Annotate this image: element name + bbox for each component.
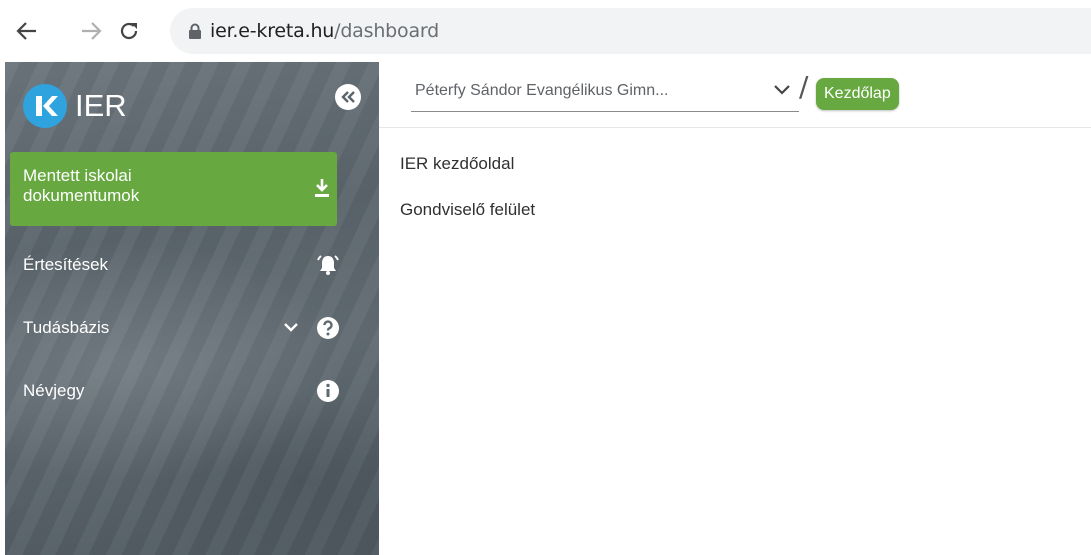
lock-icon xyxy=(189,23,201,39)
collapse-sidebar-button[interactable] xyxy=(335,84,361,110)
sidebar-item-label: Értesítések xyxy=(23,255,109,274)
double-chevron-left-icon xyxy=(341,91,355,103)
app-logo[interactable]: IER xyxy=(23,84,127,128)
browser-toolbar: ier.e-kreta.hu/dashboard xyxy=(0,0,1091,62)
breadcrumb-separator: / xyxy=(799,70,809,103)
breadcrumb-current[interactable]: Kezdőlap xyxy=(816,78,899,110)
reload-icon xyxy=(120,22,138,40)
help-icon xyxy=(317,317,339,339)
forward-arrow-icon xyxy=(82,22,102,40)
chevron-down-icon xyxy=(774,85,790,95)
back-arrow-icon xyxy=(16,22,36,40)
school-select[interactable]: Péterfy Sándor Evangélikus Gimn... xyxy=(411,78,799,112)
back-button[interactable] xyxy=(14,18,40,44)
school-select-value: Péterfy Sándor Evangélikus Gimn... xyxy=(415,82,669,99)
chevron-down-icon[interactable] xyxy=(284,322,298,332)
content-header: Péterfy Sándor Evangélikus Gimn... / Kez… xyxy=(379,62,1091,128)
forward-button[interactable] xyxy=(78,18,104,44)
sidebar-item-label: Tudásbázis xyxy=(23,318,110,337)
sidebar: IER Mentett iskolai dokumentumok Értesít… xyxy=(5,62,379,555)
address-bar[interactable]: ier.e-kreta.hu/dashboard xyxy=(170,8,1091,54)
sidebar-item-label: Mentett iskolai dokumentumok xyxy=(23,166,140,205)
info-icon xyxy=(317,380,339,402)
sidebar-item-knowledge-base[interactable]: Tudásbázis xyxy=(10,313,339,343)
url-path: /dashboard xyxy=(334,20,440,42)
bell-icon xyxy=(317,255,339,275)
app-name: IER xyxy=(75,88,127,123)
ier-home-link[interactable]: IER kezdőoldal xyxy=(400,154,514,174)
sidebar-item-notifications[interactable]: Értesítések xyxy=(10,250,339,280)
kreta-logo-icon xyxy=(23,84,67,128)
sidebar-item-label: Névjegy xyxy=(23,381,85,400)
download-icon xyxy=(315,179,329,197)
url-text: ier.e-kreta.hu/dashboard xyxy=(210,20,439,42)
sidebar-item-about[interactable]: Névjegy xyxy=(10,376,339,406)
guardian-interface-link[interactable]: Gondviselő felület xyxy=(400,200,535,220)
reload-button[interactable] xyxy=(116,18,142,44)
url-host: ier.e-kreta.hu xyxy=(210,20,335,42)
sidebar-item-saved-documents[interactable]: Mentett iskolai dokumentumok xyxy=(10,152,337,226)
